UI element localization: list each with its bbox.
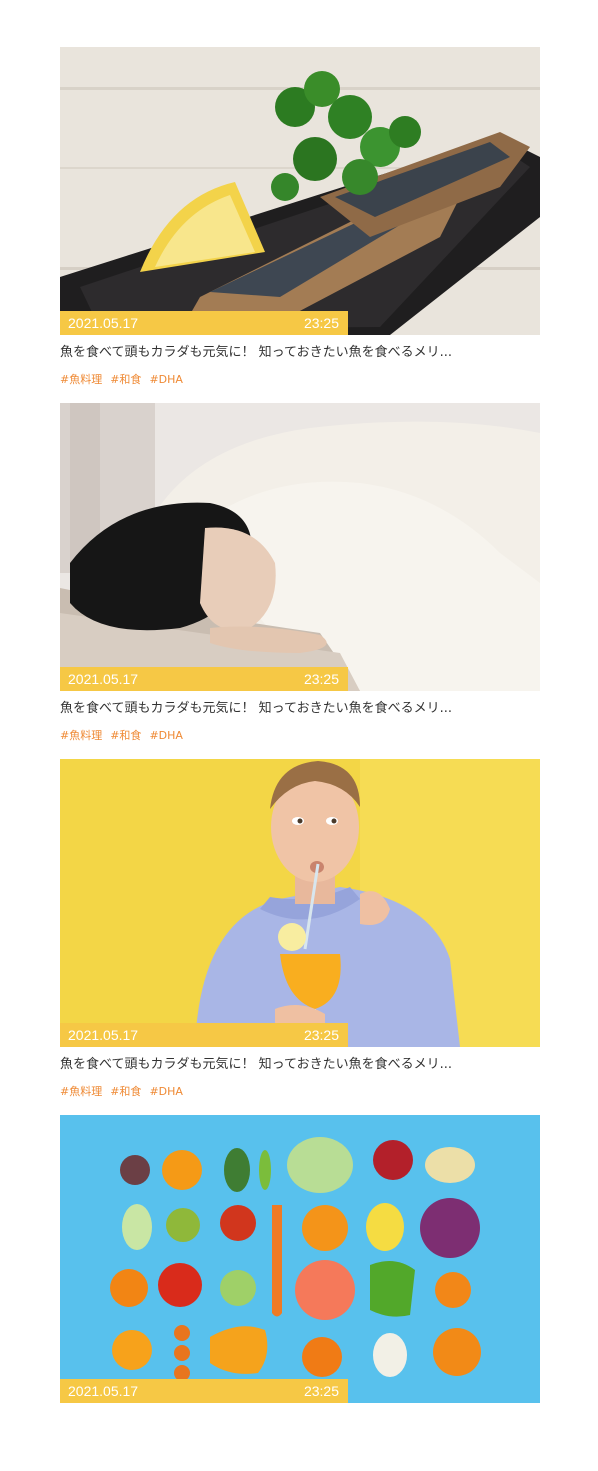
article-title[interactable]: 魚を食べて頭もカラダも元気に！ 知っておきたい魚を食べるメリ...	[60, 343, 540, 363]
man-drinking-juice-image	[60, 759, 540, 1047]
post-time: 23:25	[303, 671, 339, 687]
article-card[interactable]: 2021.05.17 23:25 魚を食べて頭もカラダも元気に！ 知っておきたい…	[60, 403, 540, 759]
article-card[interactable]: 2021.05.17 23:25 魚を食べて頭もカラダも元気に！ 知っておきたい…	[60, 759, 540, 1115]
tag-link[interactable]: #DHA	[149, 1085, 182, 1098]
date-time-bar: 2021.05.17 23:25	[60, 311, 348, 335]
tag-list: #魚料理 #和食 #DHA	[60, 372, 191, 388]
article-title[interactable]: 魚を食べて頭もカラダも元気に！ 知っておきたい魚を食べるメリ...	[60, 1055, 540, 1075]
tag-link[interactable]: #和食	[110, 729, 141, 742]
grilled-mackerel-image	[60, 47, 540, 335]
article-thumbnail[interactable]: 2021.05.17 23:25	[60, 47, 540, 335]
article-thumbnail[interactable]: 2021.05.17 23:25	[60, 759, 540, 1047]
article-thumbnail[interactable]: 2021.05.17 23:25	[60, 1115, 540, 1403]
post-time: 23:25	[303, 1027, 339, 1043]
post-time: 23:25	[303, 315, 339, 331]
post-date: 2021.05.17	[68, 315, 139, 331]
tag-link[interactable]: #和食	[110, 373, 141, 386]
date-time-bar: 2021.05.17 23:25	[60, 667, 348, 691]
sleeping-woman-image	[60, 403, 540, 691]
article-list: 2021.05.17 23:25 魚を食べて頭もカラダも元気に！ 知っておきたい…	[60, 47, 540, 1471]
tag-link[interactable]: #魚料理	[60, 729, 102, 742]
post-date: 2021.05.17	[68, 1383, 139, 1399]
tag-link[interactable]: #魚料理	[60, 373, 102, 386]
tag-link[interactable]: #DHA	[149, 373, 182, 386]
tag-link[interactable]: #魚料理	[60, 1085, 102, 1098]
article-card[interactable]: 2021.05.17 23:25	[60, 1115, 540, 1471]
post-date: 2021.05.17	[68, 671, 139, 687]
post-date: 2021.05.17	[68, 1027, 139, 1043]
fruits-vegetables-image	[60, 1115, 540, 1403]
article-card[interactable]: 2021.05.17 23:25 魚を食べて頭もカラダも元気に！ 知っておきたい…	[60, 47, 540, 403]
tag-list: #魚料理 #和食 #DHA	[60, 728, 191, 744]
tag-link[interactable]: #和食	[110, 1085, 141, 1098]
article-title[interactable]: 魚を食べて頭もカラダも元気に！ 知っておきたい魚を食べるメリ...	[60, 699, 540, 719]
date-time-bar: 2021.05.17 23:25	[60, 1379, 348, 1403]
article-thumbnail[interactable]: 2021.05.17 23:25	[60, 403, 540, 691]
tag-link[interactable]: #DHA	[149, 729, 182, 742]
post-time: 23:25	[303, 1383, 339, 1399]
tag-list: #魚料理 #和食 #DHA	[60, 1084, 191, 1100]
date-time-bar: 2021.05.17 23:25	[60, 1023, 348, 1047]
